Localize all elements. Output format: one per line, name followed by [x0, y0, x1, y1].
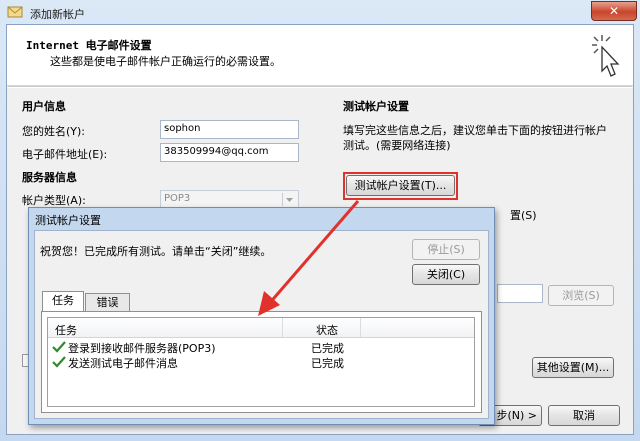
close-button[interactable]: 关闭(C): [412, 264, 480, 285]
cursor-click-icon: [592, 35, 620, 77]
name-input[interactable]: sophon: [160, 120, 299, 139]
column-header-status[interactable]: 状态: [316, 322, 338, 338]
task-name: 登录到接收邮件服务器(POP3): [68, 342, 216, 355]
annotation-arrow-icon: [258, 200, 360, 316]
header-divider: [8, 86, 632, 88]
table-row[interactable]: 登录到接收邮件服务器(POP3) 已完成: [49, 340, 473, 355]
email-label: 电子邮件地址(E):: [22, 148, 108, 161]
mail-app-icon: [7, 6, 23, 18]
task-status: 已完成: [311, 357, 344, 370]
cancel-button[interactable]: 取消: [548, 405, 620, 426]
test-dialog-title: 测试帐户设置: [35, 214, 101, 227]
test-account-settings-button[interactable]: 测试帐户设置(T)...: [346, 175, 455, 196]
task-name: 发送测试电子邮件消息: [68, 357, 178, 370]
name-label: 您的姓名(Y):: [22, 125, 86, 138]
column-header-task[interactable]: 任务: [55, 322, 77, 338]
check-icon: [52, 356, 66, 368]
page-title: Internet 电子邮件设置: [26, 39, 152, 52]
stop-button[interactable]: 停止(S): [412, 239, 480, 260]
table-row[interactable]: 发送测试电子邮件消息 已完成: [49, 355, 473, 370]
window-title: 添加新帐户: [30, 8, 85, 21]
task-list-header: [48, 318, 474, 338]
test-settings-title: 测试帐户设置: [343, 100, 409, 113]
column-separator: [282, 318, 283, 337]
tab-errors[interactable]: 错误: [85, 293, 130, 312]
test-desc-line2: 测试。(需要网络连接): [343, 139, 451, 152]
browse-button[interactable]: 浏览(S): [548, 285, 614, 306]
tab-tasks[interactable]: 任务: [42, 291, 84, 312]
column-separator: [360, 318, 361, 337]
user-info-title: 用户信息: [22, 100, 66, 113]
task-status: 已完成: [311, 342, 344, 355]
path-input[interactable]: [497, 284, 543, 303]
account-type-label: 帐户类型(A):: [22, 194, 86, 207]
server-info-title: 服务器信息: [22, 171, 77, 184]
more-settings-button[interactable]: 其他设置(M)...: [532, 357, 614, 378]
page-subtitle: 这些都是使电子邮件帐户正确运行的必需设置。: [50, 55, 281, 68]
test-desc-line1: 填写完这些信息之后，建议您单击下面的按钮进行帐户: [343, 124, 607, 137]
email-input[interactable]: 383509994@qq.com: [160, 143, 299, 162]
account-type-value: POP3: [164, 193, 191, 204]
window-close-button[interactable]: ✕: [591, 1, 637, 21]
dialog-message: 祝贺您！已完成所有测试。请单击“关闭”继续。: [40, 245, 272, 258]
check-icon: [52, 341, 66, 353]
partial-setting-label: 置(S): [510, 209, 537, 222]
